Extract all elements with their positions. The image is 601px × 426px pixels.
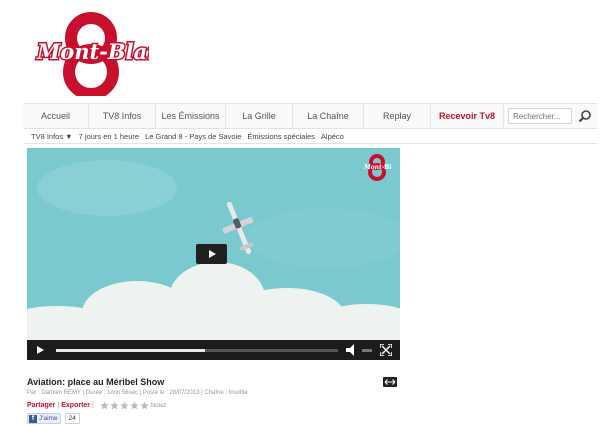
mont-blanc-8-logo: Mont-Blanc (35, 12, 149, 96)
expand-player-icon[interactable] (383, 377, 397, 387)
nav-item-les-emissions[interactable]: Les Émissions (156, 104, 226, 128)
like-label: J'aime (39, 415, 58, 422)
rating-label: Notez (150, 402, 167, 409)
big-play-button[interactable] (196, 244, 227, 264)
seek-bar[interactable] (56, 348, 338, 352)
like-count: 24 (64, 413, 80, 424)
star-icon[interactable] (130, 401, 139, 410)
sub-navigation: TV8 Infos ▼ 7 jours en 1 heure Le Grand … (23, 129, 597, 144)
separator: | (57, 402, 60, 409)
channel-watermark-icon: Mont-Blanc (363, 154, 391, 181)
search-input[interactable] (508, 108, 572, 124)
nav-item-accueil[interactable]: Accueil (23, 104, 89, 128)
svg-text:Mont-Blanc: Mont-Blanc (363, 164, 391, 171)
buffered-progress (56, 348, 206, 352)
nav-item-la-chaine[interactable]: La Chaîne (293, 104, 364, 128)
nav-item-la-grille[interactable]: La Grille (226, 104, 293, 128)
control-play-icon[interactable] (37, 346, 44, 354)
video-player[interactable]: Mont-Blanc (27, 148, 400, 360)
svg-text:Mont-Blanc: Mont-Blanc (36, 39, 149, 64)
rating-stars[interactable] (100, 401, 150, 410)
share-link[interactable]: Partager (27, 402, 55, 409)
subnav-item-le-grand-8[interactable]: Le Grand 8 - Pays de Savoie (145, 132, 241, 141)
subnav-item-tv8-infos[interactable]: TV8 Infos ▼ (31, 132, 73, 141)
search-icon[interactable] (578, 109, 592, 123)
subnav-item-alpeco[interactable]: Alpéco (321, 132, 344, 141)
nav-item-recevoir-tv8[interactable]: Recevoir Tv8 (431, 104, 504, 128)
subnav-item-7-jours[interactable]: 7 jours en 1 heure (79, 132, 139, 141)
facebook-icon: f (29, 414, 37, 423)
nav-item-replay[interactable]: Replay (364, 104, 431, 128)
play-icon (209, 250, 216, 258)
fullscreen-icon[interactable] (380, 344, 392, 356)
facebook-like-button[interactable]: f J'aime (27, 413, 61, 424)
export-link[interactable]: Exporter (61, 402, 90, 409)
video-title: Aviation: place au Méribel Show (27, 377, 165, 387)
facebook-like-widget: f J'aime 24 (27, 413, 80, 424)
search-box (504, 104, 597, 128)
main-navigation: Accueil TV8 Infos Les Émissions La Grill… (23, 103, 597, 129)
star-icon[interactable] (100, 401, 109, 410)
star-icon[interactable] (120, 401, 129, 410)
star-icon[interactable] (140, 401, 149, 410)
video-meta: Par : Damien RÉMY | Durée : 1min 56sec |… (27, 390, 248, 396)
player-controls (27, 340, 400, 360)
nav-item-tv8-infos[interactable]: TV8 Infos (89, 104, 156, 128)
volume-slider[interactable] (362, 348, 372, 352)
separator: | (92, 402, 94, 409)
volume-icon[interactable] (346, 344, 360, 356)
video-actions: Partager | Exporter | Notez (27, 401, 167, 410)
subnav-item-emissions-speciales[interactable]: Émissions spéciales (247, 132, 315, 141)
site-logo[interactable]: Mont-Blanc Mont-Blanc (33, 8, 149, 96)
star-icon[interactable] (110, 401, 119, 410)
